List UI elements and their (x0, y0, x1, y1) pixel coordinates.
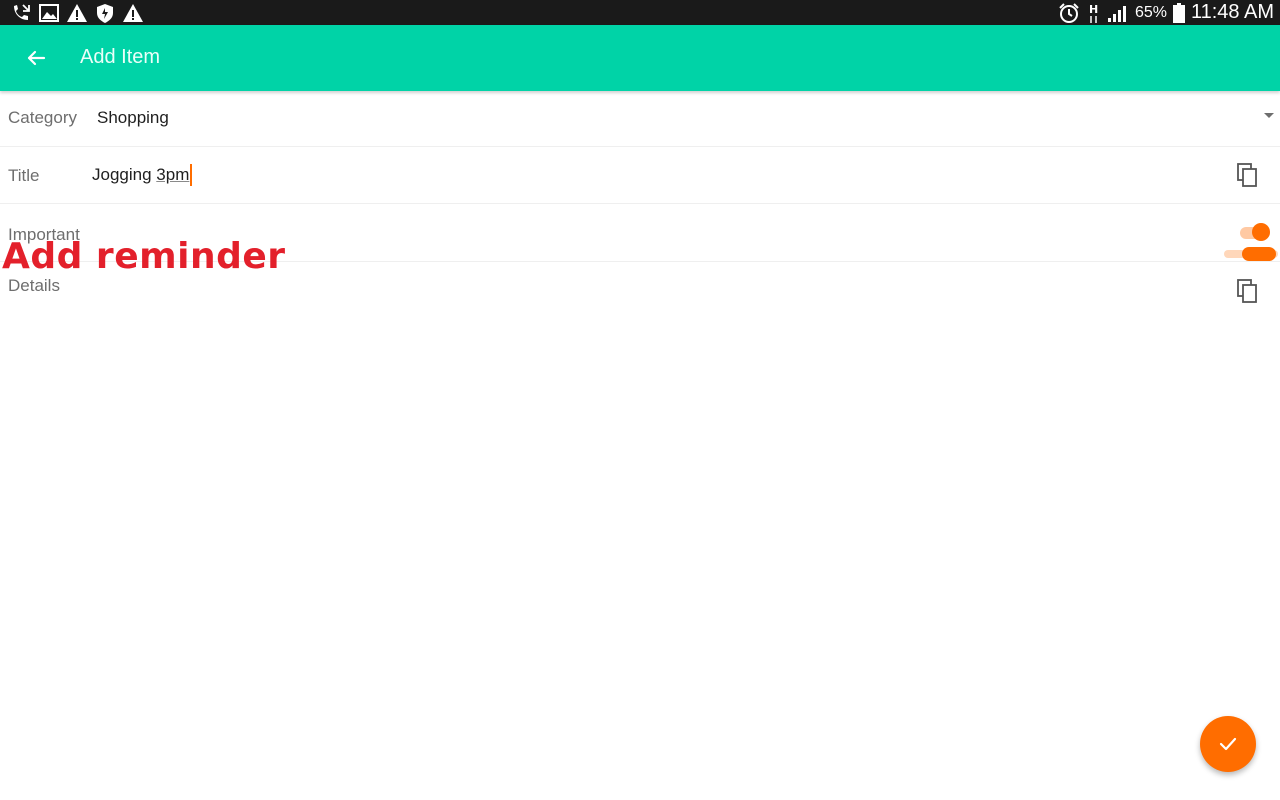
ghost-toggle-thumb (1242, 247, 1276, 261)
details-row[interactable]: Details (0, 262, 1280, 322)
page-title: Add Item (80, 46, 161, 68)
signal-icon (1107, 5, 1126, 22)
network-h-icon: H (1089, 3, 1098, 23)
image-icon (39, 4, 59, 22)
toggle-thumb (1252, 223, 1270, 241)
app-bar: Add Item (0, 25, 1280, 91)
title-input[interactable]: Jogging 3pm (92, 164, 193, 186)
check-icon (1219, 737, 1237, 751)
important-toggle[interactable] (1236, 223, 1270, 241)
copy-icon[interactable] (1236, 163, 1258, 187)
dropdown-arrow-icon[interactable] (1264, 113, 1274, 118)
save-fab-button[interactable] (1200, 716, 1256, 772)
battery-percent: 65% (1134, 3, 1167, 21)
ghost-toggle-artifact (1224, 247, 1278, 261)
missed-call-icon (14, 4, 30, 20)
alarm-icon (1059, 2, 1079, 23)
category-label: Category (8, 108, 77, 127)
title-row: Title Jogging 3pm (0, 147, 1280, 204)
shield-icon (97, 4, 113, 23)
status-bar: H 65% 11:48 AM (0, 0, 1280, 25)
copy-icon[interactable] (1236, 279, 1258, 303)
battery-icon (1172, 2, 1185, 23)
warning-icon (67, 4, 87, 22)
category-select[interactable]: Shopping (97, 108, 169, 128)
warning-icon (123, 4, 143, 22)
category-row[interactable]: Category Shopping (0, 91, 1280, 147)
title-label: Title (8, 166, 40, 185)
title-input-composing-text: 3pm (156, 165, 190, 184)
title-input-text: Jogging (92, 165, 157, 184)
notification-icons (10, 2, 144, 24)
svg-text:H: H (1089, 3, 1098, 16)
text-cursor (190, 164, 193, 186)
system-status: H 65% 11:48 AM (1057, 0, 1274, 25)
back-arrow-icon[interactable] (22, 44, 50, 72)
status-time: 11:48 AM (1190, 1, 1274, 23)
details-label: Details (8, 276, 60, 295)
